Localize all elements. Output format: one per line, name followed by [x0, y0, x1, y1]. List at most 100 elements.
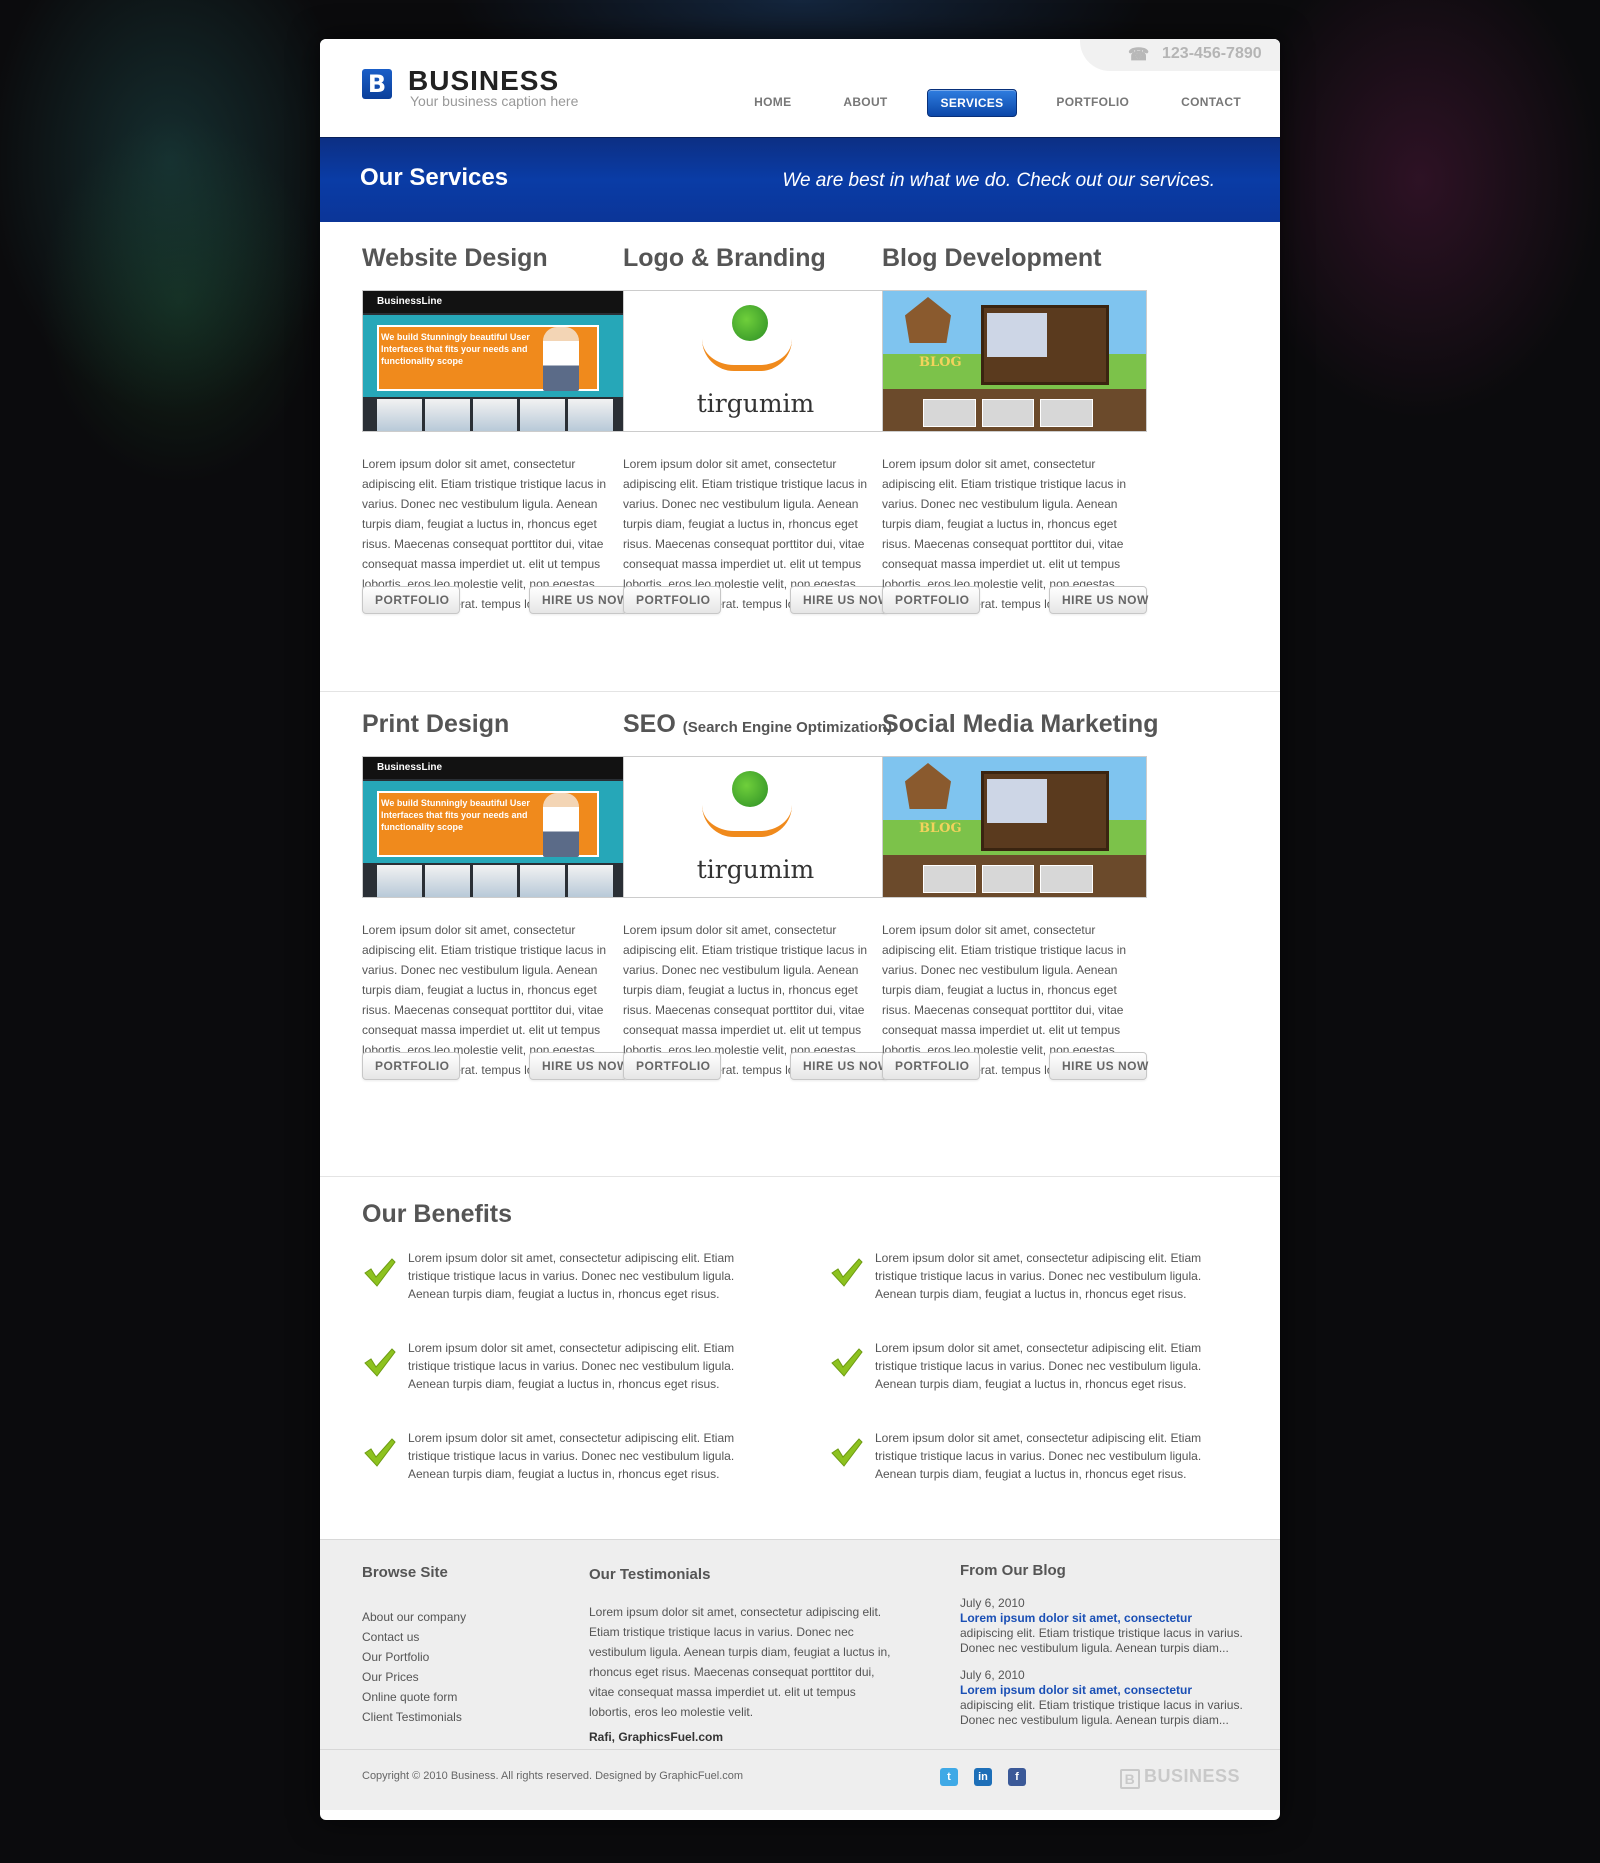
page-banner: Our Services We are best in what we do. …: [320, 137, 1280, 222]
service-card: Website Design BusinessLine We build Stunn…: [362, 244, 628, 614]
banner-tagline: We are best in what we do. Check out our…: [782, 170, 1215, 191]
thumb-strip-shot: [424, 865, 470, 897]
facebook-icon[interactable]: f: [1008, 1768, 1026, 1786]
nav-item-contact[interactable]: CONTACT: [1168, 89, 1254, 117]
thumb-shot: [1040, 865, 1094, 893]
service-thumbnail: tirgumim: [623, 290, 888, 432]
service-title-text: Website Design: [362, 244, 548, 272]
service-subtitle: (Search Engine Optimization): [682, 719, 892, 736]
footer-link[interactable]: Our Prices: [362, 1667, 466, 1687]
service-card: SEO (Search Engine Optimization) tirgumim…: [623, 710, 892, 1080]
logo-caption: Your business caption here: [410, 93, 579, 109]
nav-item-portfolio[interactable]: PORTFOLIO: [1043, 89, 1142, 117]
portfolio-button[interactable]: PORTFOLIO: [362, 1052, 460, 1080]
thumb-headline: We build Stunningly beautiful User Inter…: [381, 332, 530, 366]
hire-us-button[interactable]: HIRE US NOW: [1049, 1052, 1148, 1080]
portfolio-button[interactable]: PORTFOLIO: [623, 586, 721, 614]
hire-us-button[interactable]: HIRE US NOW: [529, 586, 628, 614]
blog-screenshot-image: BLOG: [883, 757, 1146, 897]
thumb-strip-shot: [520, 399, 566, 431]
footer-link[interactable]: Client Testimonials: [362, 1707, 466, 1727]
thumb-brand: BusinessLine: [377, 762, 443, 773]
service-card: Print Design BusinessLine We build Stunnin…: [362, 710, 628, 1080]
hire-us-button[interactable]: HIRE US NOW: [1049, 586, 1148, 614]
portfolio-button[interactable]: PORTFOLIO: [362, 586, 460, 614]
footer-link[interactable]: Our Portfolio: [362, 1647, 466, 1667]
thumb-person: [543, 327, 579, 391]
thumb-shot: [923, 865, 976, 893]
service-thumbnail: BusinessLine We build Stunningly beautifu…: [362, 756, 627, 898]
testimonials-title: Our Testimonials: [589, 1566, 711, 1583]
checkmark-icon: [362, 1345, 396, 1379]
phone-number: 123-456-7890: [1162, 45, 1262, 62]
linkedin-icon[interactable]: in: [974, 1768, 992, 1786]
service-title: SEO (Search Engine Optimization): [623, 710, 892, 739]
blog-date: July 6, 2010: [960, 1668, 1025, 1682]
footer-logo-name: BUSINESS: [1143, 1766, 1240, 1786]
thumb-strip-shot: [424, 399, 470, 431]
main-nav: HOME ABOUT SERVICES PORTFOLIO CONTACT: [715, 89, 1254, 117]
thumb-blog-title: BLOG: [919, 821, 962, 836]
thumb-brand: BusinessLine: [377, 296, 443, 307]
service-title: Social Media Marketing: [882, 710, 1158, 739]
nav-item-services[interactable]: SERVICES: [926, 89, 1018, 117]
globe-icon: [732, 305, 768, 341]
hire-us-button[interactable]: HIRE US NOW: [529, 1052, 628, 1080]
benefit-text: Lorem ipsum dolor sit amet, consectetur …: [408, 1341, 735, 1391]
benefit-text: Lorem ipsum dolor sit amet, consectetur …: [875, 1341, 1202, 1391]
footer-link[interactable]: About our company: [362, 1607, 466, 1627]
benefit-text: Lorem ipsum dolor sit amet, consectetur …: [875, 1251, 1202, 1301]
blog-title: From Our Blog: [960, 1562, 1066, 1579]
logo-wordmark: tirgumim: [696, 389, 815, 418]
header: B BUSINESS Your business caption here ☎ …: [320, 39, 1280, 137]
website-screenshot-image: BusinessLine We build Stunningly beautifu…: [363, 291, 626, 431]
portfolio-button[interactable]: PORTFOLIO: [623, 1052, 721, 1080]
benefit-text: Lorem ipsum dolor sit amet, consectetur …: [875, 1431, 1202, 1481]
footer-logo[interactable]: B BUSINESS: [1119, 1766, 1240, 1789]
copyright: Copyright © 2010 Business. All rights re…: [362, 1770, 744, 1782]
logo-sample-image: tirgumim: [624, 291, 887, 431]
browse-site-title: Browse Site: [362, 1564, 448, 1581]
birdhouse-icon: [905, 763, 951, 809]
checkmark-icon: [829, 1345, 863, 1379]
thumb-strip-shot: [377, 865, 422, 897]
portfolio-button[interactable]: PORTFOLIO: [882, 586, 980, 614]
phone-tab: ☎ 123-456-7890: [1080, 39, 1280, 71]
globe-icon: [732, 771, 768, 807]
blog-screenshot-image: BLOG: [883, 291, 1146, 431]
benefits-section: Our Benefits Lorem ipsum dolor sit amet,…: [320, 1177, 1280, 1540]
services-row-1: Website Design BusinessLine We build Stunn…: [320, 222, 1280, 692]
thumb-strip-shot: [520, 865, 566, 897]
blog-post-link[interactable]: Lorem ipsum dolor sit amet, consectetur: [960, 1611, 1250, 1626]
hire-us-button[interactable]: HIRE US NOW: [790, 586, 889, 614]
service-title: Website Design: [362, 244, 627, 273]
blog-post-link[interactable]: Lorem ipsum dolor sit amet, consectetur: [960, 1683, 1250, 1698]
website-screenshot-image: BusinessLine We build Stunningly beautifu…: [363, 757, 626, 897]
benefit-text: Lorem ipsum dolor sit amet, consectetur …: [408, 1431, 735, 1481]
thumb-screen: [987, 313, 1047, 357]
service-title-text: SEO: [623, 710, 676, 738]
footer: Browse Site About our company Contact us O…: [320, 1540, 1280, 1810]
thumb-strip: [377, 865, 613, 897]
thumb-strip-shot: [377, 399, 422, 431]
service-title-text: Print Design: [362, 710, 510, 738]
services-row-2: Print Design BusinessLine We build Stunnin…: [320, 692, 1280, 1177]
service-card: Logo & Branding tirgumim Lorem ipsum dolor…: [623, 244, 889, 614]
blog-excerpt: adipiscing elit. Etiam tristique tristiq…: [960, 1626, 1243, 1655]
browse-links: About our company Contact us Our Portfolio…: [362, 1607, 466, 1727]
service-thumbnail: BLOG: [882, 756, 1147, 898]
footer-link[interactable]: Contact us: [362, 1627, 466, 1647]
twitter-icon[interactable]: t: [940, 1768, 958, 1786]
footer-link[interactable]: Online quote form: [362, 1687, 466, 1707]
hire-us-button[interactable]: HIRE US NOW: [790, 1052, 889, 1080]
thumb-blog-title: BLOG: [919, 355, 962, 370]
nav-item-home[interactable]: HOME: [741, 89, 804, 117]
logo-mark: B: [362, 69, 392, 99]
thumb-shot: [923, 399, 976, 427]
portfolio-button[interactable]: PORTFOLIO: [882, 1052, 980, 1080]
service-card: Social Media Marketing BLOG Lorem ipsum do…: [882, 710, 1158, 1080]
page-title: Our Services: [360, 164, 509, 191]
checkmark-icon: [829, 1255, 863, 1289]
nav-item-about[interactable]: ABOUT: [830, 89, 900, 117]
thumb-headline: We build Stunningly beautiful User Inter…: [381, 798, 530, 832]
